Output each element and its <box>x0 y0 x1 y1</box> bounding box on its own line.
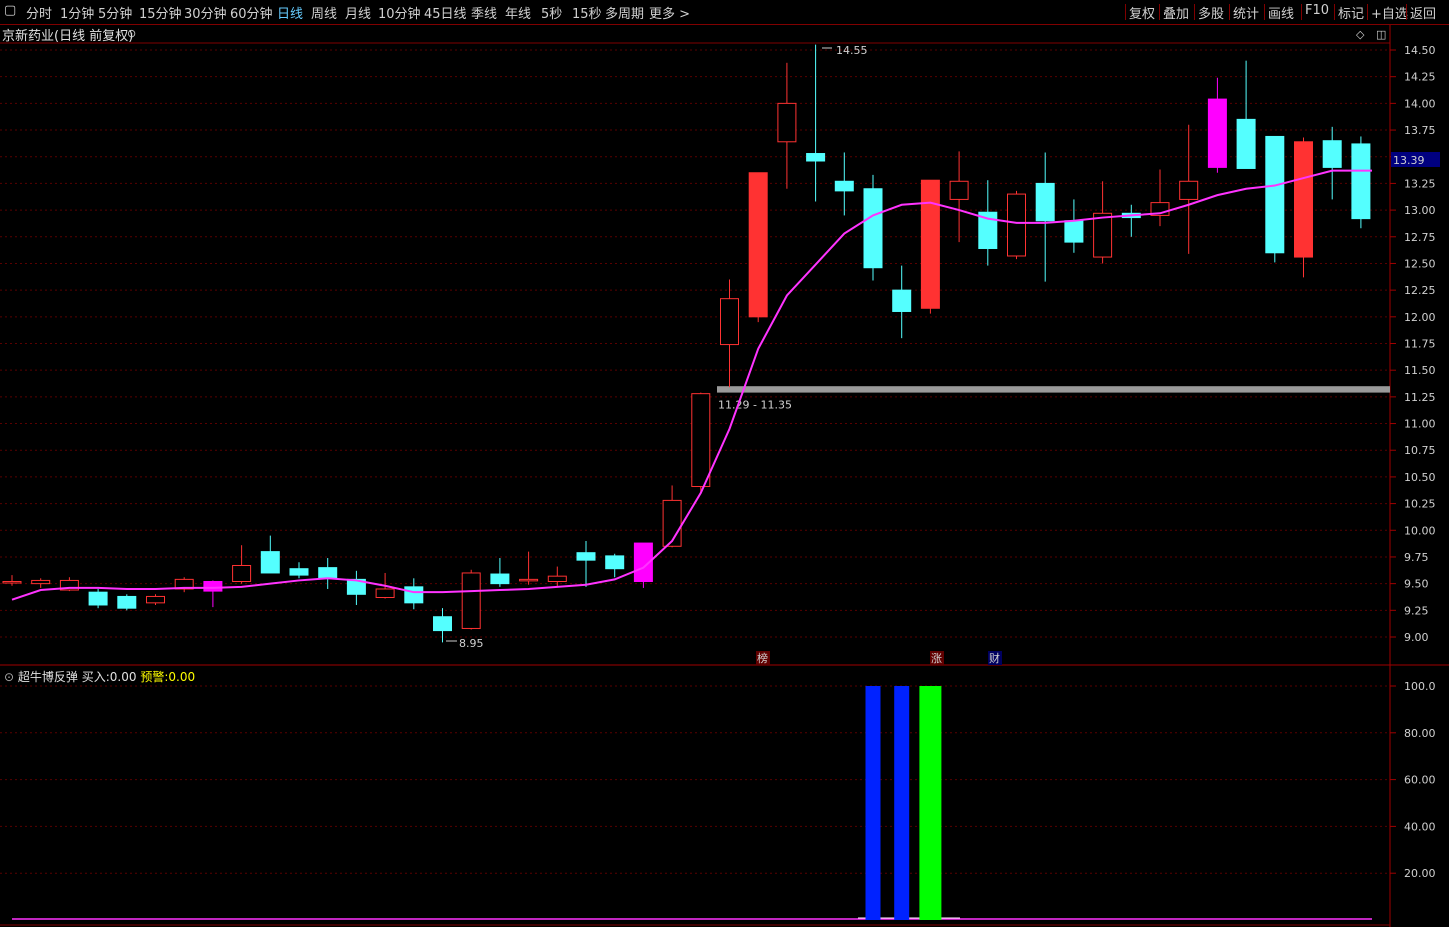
price-tick-label: 11.00 <box>1404 418 1436 431</box>
candle-body <box>461 572 481 629</box>
candle-body <box>949 180 969 200</box>
price-tick-label: 11.25 <box>1404 391 1436 404</box>
indicator-tick-label: 100.0 <box>1404 680 1436 693</box>
candle-body <box>720 298 739 346</box>
candle-body <box>863 188 883 269</box>
candle-body <box>1064 220 1084 243</box>
candle-body <box>1179 180 1199 200</box>
chart-svg[interactable]: 14.5014.2514.0013.7513.5013.2513.0012.75… <box>0 0 1449 927</box>
event-marker: 涨 <box>931 652 942 665</box>
indicator-tick-label: 40.00 <box>1404 820 1436 833</box>
price-tick-label: 10.75 <box>1404 444 1436 457</box>
candle-body <box>1265 135 1285 254</box>
candle-body <box>433 616 452 632</box>
price-tick-label: 9.00 <box>1404 631 1429 644</box>
candle-body <box>203 581 223 592</box>
candle-body <box>920 179 940 309</box>
price-tick-label: 10.50 <box>1404 471 1436 484</box>
candle-body <box>1294 141 1313 258</box>
candle-body <box>777 102 797 143</box>
indicator-bar <box>919 686 942 920</box>
indicator-bar <box>894 686 910 920</box>
candle-body <box>605 555 625 570</box>
price-tick-label: 10.00 <box>1404 524 1436 537</box>
candle-body <box>2 581 22 584</box>
price-tick-label: 14.50 <box>1404 44 1436 57</box>
price-tick-label: 12.50 <box>1404 257 1436 270</box>
candle-body <box>31 579 51 585</box>
candle-body <box>260 551 280 574</box>
price-tick-label: 11.75 <box>1404 338 1436 351</box>
price-tick-label: 12.75 <box>1404 231 1436 244</box>
candle-body <box>576 552 596 561</box>
event-marker: 榜 <box>757 651 768 665</box>
candle-body <box>806 153 826 162</box>
price-tick-label: 12.00 <box>1404 311 1436 324</box>
price-tick-label: 10.25 <box>1404 498 1436 511</box>
price-tick-label: 13.00 <box>1404 204 1436 217</box>
candle-body <box>1351 143 1371 220</box>
price-tick-label: 9.50 <box>1404 578 1429 591</box>
candle-body <box>834 180 854 192</box>
price-tick-label: 12.25 <box>1404 284 1436 297</box>
ma-line <box>11 169 1372 601</box>
candle-body <box>892 289 912 312</box>
support-range-label: 11.29 - 11.35 <box>718 399 792 412</box>
price-tick-label: 9.25 <box>1404 604 1429 617</box>
candle-body <box>1236 118 1256 169</box>
price-tick-label: 13.75 <box>1404 124 1436 137</box>
indicator-tick-label: 80.00 <box>1404 727 1436 740</box>
candle-body <box>232 564 252 583</box>
candle-body <box>1322 140 1342 168</box>
price-tick-label: 14.00 <box>1404 97 1436 110</box>
candle-body <box>1207 98 1227 168</box>
candle-body <box>146 595 165 604</box>
candle-body <box>1007 193 1026 257</box>
candle-body <box>519 578 539 582</box>
candle-body <box>117 595 137 609</box>
candle-body <box>375 588 395 599</box>
candle-body <box>88 591 108 606</box>
low-label: 8.95 <box>459 637 484 650</box>
indicator-tick-label: 60.00 <box>1404 774 1436 787</box>
dropdown-icon: ⊙ <box>127 27 136 40</box>
diamond-icon: ◇ <box>1356 28 1365 41</box>
high-label: 14.55 <box>836 44 868 57</box>
price-tick-label: 9.75 <box>1404 551 1429 564</box>
candle-body <box>404 586 424 604</box>
candle-body <box>1035 182 1055 222</box>
price-tick-label: 11.50 <box>1404 364 1436 377</box>
indicator-tick-label: 20.00 <box>1404 867 1436 880</box>
current-price-label: 13.39 <box>1393 154 1425 167</box>
support-band <box>717 386 1390 393</box>
candle-body <box>748 172 768 318</box>
event-marker: 财 <box>989 651 1000 665</box>
candle-body <box>289 568 309 576</box>
candle-body <box>691 393 711 488</box>
indicator-bar <box>865 686 881 920</box>
candle-body <box>490 573 510 585</box>
candle-body <box>1093 212 1113 258</box>
candle-body <box>547 575 567 583</box>
panel-toggle-icon: ◫ <box>1376 28 1386 41</box>
price-tick-label: 14.25 <box>1404 71 1436 84</box>
candle-body <box>318 567 338 579</box>
price-tick-label: 13.25 <box>1404 177 1436 190</box>
